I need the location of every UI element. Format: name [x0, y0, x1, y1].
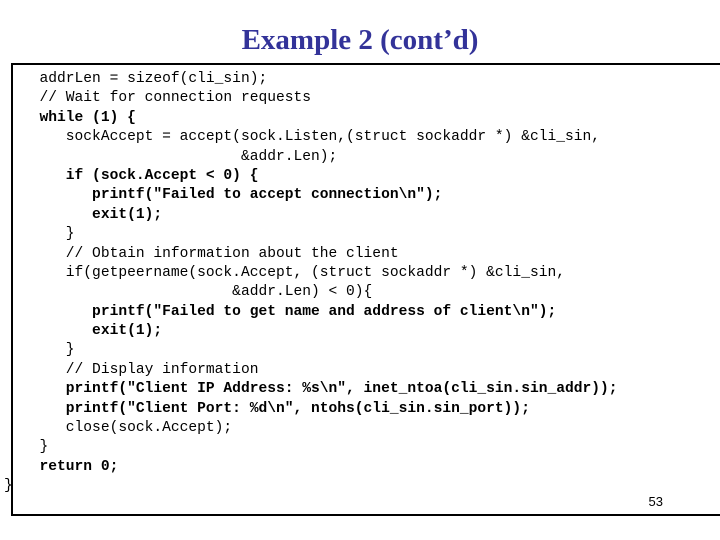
slide-canvas: Example 2 (cont’d) addrLen = sizeof(cli_… — [0, 0, 720, 540]
code-line: printf("Client Port: %d\n", ntohs(cli_si… — [22, 400, 530, 417]
code-line: printf("Client IP Address: %s\n", inet_n… — [22, 381, 618, 398]
code-line: // Obtain information about the client — [22, 245, 399, 262]
code-line: } — [22, 342, 75, 359]
code-line: // Wait for connection requests — [22, 90, 312, 107]
code-line: } — [22, 226, 75, 243]
code-line: printf("Failed to get name and address o… — [22, 303, 557, 320]
code-line: } — [22, 439, 49, 456]
code-line: &addr.Len); — [22, 148, 338, 165]
page-title: Example 2 (cont’d) — [241, 24, 479, 56]
code-line: close(sock.Accept); — [22, 420, 233, 437]
page-number: 53 — [648, 494, 663, 509]
code-line: } — [4, 478, 13, 495]
code-line: &addr.Len) < 0){ — [22, 284, 373, 301]
code-line: return 0; — [22, 458, 119, 475]
code-line: printf("Failed to accept connection\n"); — [22, 187, 443, 204]
code-listing: addrLen = sizeof(cli_sin); // Wait for c… — [4, 65, 720, 497]
code-line: while (1) { — [22, 109, 136, 126]
code-line: addrLen = sizeof(cli_sin); — [22, 71, 268, 87]
code-line: // Display information — [22, 361, 259, 378]
code-line: if(getpeername(sock.Accept, (struct sock… — [22, 264, 565, 281]
code-line: if (sock.Accept < 0) { — [22, 167, 259, 184]
code-line: exit(1); — [22, 206, 163, 223]
code-block-container: addrLen = sizeof(cli_sin); // Wait for c… — [4, 63, 720, 516]
code-line: sockAccept = accept(sock.Listen,(struct … — [22, 129, 601, 146]
code-line: exit(1); — [22, 323, 163, 340]
